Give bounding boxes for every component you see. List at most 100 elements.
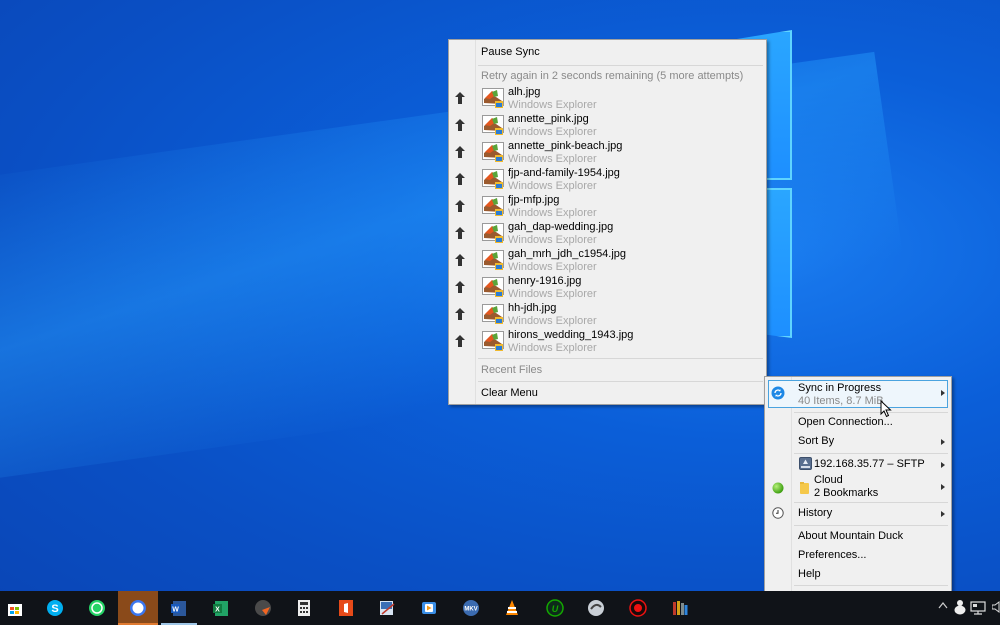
upwork-icon: U <box>546 599 564 617</box>
retry-status-text: Retry again in 2 seconds remaining (5 mo… <box>481 70 744 82</box>
taskbar-app-whatsapp[interactable] <box>77 591 117 625</box>
separator <box>794 525 948 526</box>
transfer-file-item[interactable]: gah_dap-wedding.jpg Windows Explorer <box>449 220 766 247</box>
submenu-arrow-icon <box>941 462 945 468</box>
chevron-up-icon[interactable] <box>938 601 948 609</box>
taskbar-app-sync-app[interactable] <box>576 591 616 625</box>
excel-icon: X <box>213 601 228 616</box>
svg-text:X: X <box>215 607 220 614</box>
office-icon <box>339 600 353 616</box>
image-file-icon <box>482 331 504 351</box>
taskbar-app-vlc[interactable] <box>492 591 532 625</box>
taskbar-app-driver-booster[interactable] <box>618 591 658 625</box>
clear-menu-item[interactable]: Clear Menu <box>449 382 766 404</box>
recent-files-header: Recent Files <box>449 360 766 380</box>
file-name: fjp-mfp.jpg <box>508 194 560 206</box>
svg-text:S: S <box>51 603 58 615</box>
image-file-icon <box>482 304 504 324</box>
microsoft-store-icon <box>8 604 22 616</box>
clear-menu-label: Clear Menu <box>481 387 538 399</box>
history-label: History <box>798 507 833 519</box>
pause-sync-label: Pause Sync <box>481 46 540 58</box>
taskbar-app-skype[interactable]: S <box>35 591 75 625</box>
submenu-arrow-icon <box>941 439 945 445</box>
transfer-file-item[interactable]: annette_pink.jpg Windows Explorer <box>449 112 766 139</box>
recent-files-label: Recent Files <box>481 364 543 376</box>
taskbar-app-office[interactable] <box>326 591 366 625</box>
transfer-file-item[interactable]: fjp-mfp.jpg Windows Explorer <box>449 193 766 220</box>
transfer-file-item[interactable]: alh.jpg Windows Explorer <box>449 85 766 112</box>
paint-tool-icon <box>380 601 395 615</box>
sort-by-item[interactable]: Sort By <box>765 432 951 451</box>
image-file-icon <box>482 277 504 297</box>
taskbar: S W X MKV U <box>0 591 1000 625</box>
svg-text:U: U <box>552 604 559 614</box>
sync-in-progress-label: Sync in Progress <box>798 382 882 394</box>
file-name: hh-jdh.jpg <box>508 302 557 314</box>
about-item[interactable]: About Mountain Duck <box>765 527 951 546</box>
taskbar-app-word[interactable]: W <box>159 591 199 625</box>
clock-icon <box>772 507 784 519</box>
transfer-file-item[interactable]: gah_mrh_jdh_c1954.jpg Windows Explorer <box>449 247 766 274</box>
upload-arrow-icon <box>455 173 465 185</box>
image-file-icon <box>482 88 504 108</box>
transfer-file-item[interactable]: fjp-and-family-1954.jpg Windows Explorer <box>449 166 766 193</box>
mouse-cursor-icon <box>880 400 892 418</box>
taskbar-app-excel[interactable]: X <box>201 591 241 625</box>
image-file-icon <box>482 196 504 216</box>
connected-status-icon <box>772 482 784 494</box>
taskbar-app-calculator[interactable] <box>284 591 324 625</box>
file-app: Windows Explorer <box>508 126 597 138</box>
sync-icon <box>771 386 785 400</box>
word-icon: W <box>171 601 186 616</box>
network-icon[interactable] <box>970 601 986 615</box>
file-app: Windows Explorer <box>508 261 597 273</box>
taskbar-app-library[interactable] <box>660 591 700 625</box>
volume-icon[interactable] <box>992 601 1000 613</box>
submenu-arrow-icon <box>941 511 945 517</box>
calculator-icon <box>298 600 310 616</box>
transfer-file-item[interactable]: hh-jdh.jpg Windows Explorer <box>449 301 766 328</box>
cloud-label: Cloud <box>814 474 843 486</box>
transfer-file-item[interactable]: hirons_wedding_1943.jpg Windows Explorer <box>449 328 766 355</box>
sync-queue-menu: Pause Sync Retry again in 2 seconds rema… <box>448 39 767 405</box>
history-item[interactable]: History <box>765 503 951 523</box>
separator <box>478 358 763 359</box>
preferences-label: Preferences... <box>798 549 867 561</box>
taskbar-app-upwork[interactable]: U <box>535 591 575 625</box>
taskbar-app-mkv-toolnix[interactable]: MKV <box>451 591 491 625</box>
cloud-item[interactable]: Cloud 2 Bookmarks <box>765 474 951 501</box>
upload-arrow-icon <box>455 119 465 131</box>
taskbar-app-paint-tool[interactable] <box>367 591 407 625</box>
file-app: Windows Explorer <box>508 180 597 192</box>
file-name: fjp-and-family-1954.jpg <box>508 167 620 179</box>
taskbar-app-media-player[interactable] <box>409 591 449 625</box>
pause-sync-item[interactable]: Pause Sync <box>449 40 766 62</box>
about-label: About Mountain Duck <box>798 530 904 542</box>
help-item[interactable]: Help <box>765 565 951 584</box>
transfer-file-item[interactable]: annette_pink-beach.jpg Windows Explorer <box>449 139 766 166</box>
image-file-icon <box>482 115 504 135</box>
connection-item[interactable]: 192.168.35.77 – SFTP <box>765 454 951 474</box>
signal-icon <box>130 600 146 616</box>
mountain-duck-icon[interactable] <box>954 599 966 615</box>
upload-arrow-icon <box>455 92 465 104</box>
vlc-icon <box>506 600 518 615</box>
mountain-duck-tray-menu: Sync in Progress 40 Items, 8.7 MiB Open … <box>764 376 952 608</box>
upload-arrow-icon <box>455 254 465 266</box>
transfer-file-item[interactable]: henry-1916.jpg Windows Explorer <box>449 274 766 301</box>
preferences-item[interactable]: Preferences... <box>765 546 951 565</box>
file-app: Windows Explorer <box>508 315 597 327</box>
connection-label: 192.168.35.77 – SFTP <box>814 458 925 470</box>
taskbar-app-signal[interactable] <box>118 591 158 625</box>
submenu-arrow-icon <box>941 390 945 396</box>
taskbar-app-microsoft-store[interactable] <box>0 591 35 625</box>
sync-in-progress-item[interactable]: Sync in Progress 40 Items, 8.7 MiB <box>765 377 951 410</box>
taskbar-app-inkscape[interactable] <box>243 591 283 625</box>
inkscape-icon <box>255 600 271 616</box>
upload-arrow-icon <box>455 146 465 158</box>
mkv-toolnix-icon: MKV <box>463 600 479 616</box>
open-connection-item[interactable]: Open Connection... <box>765 413 951 432</box>
file-name: gah_dap-wedding.jpg <box>508 221 614 233</box>
image-file-icon <box>482 169 504 189</box>
